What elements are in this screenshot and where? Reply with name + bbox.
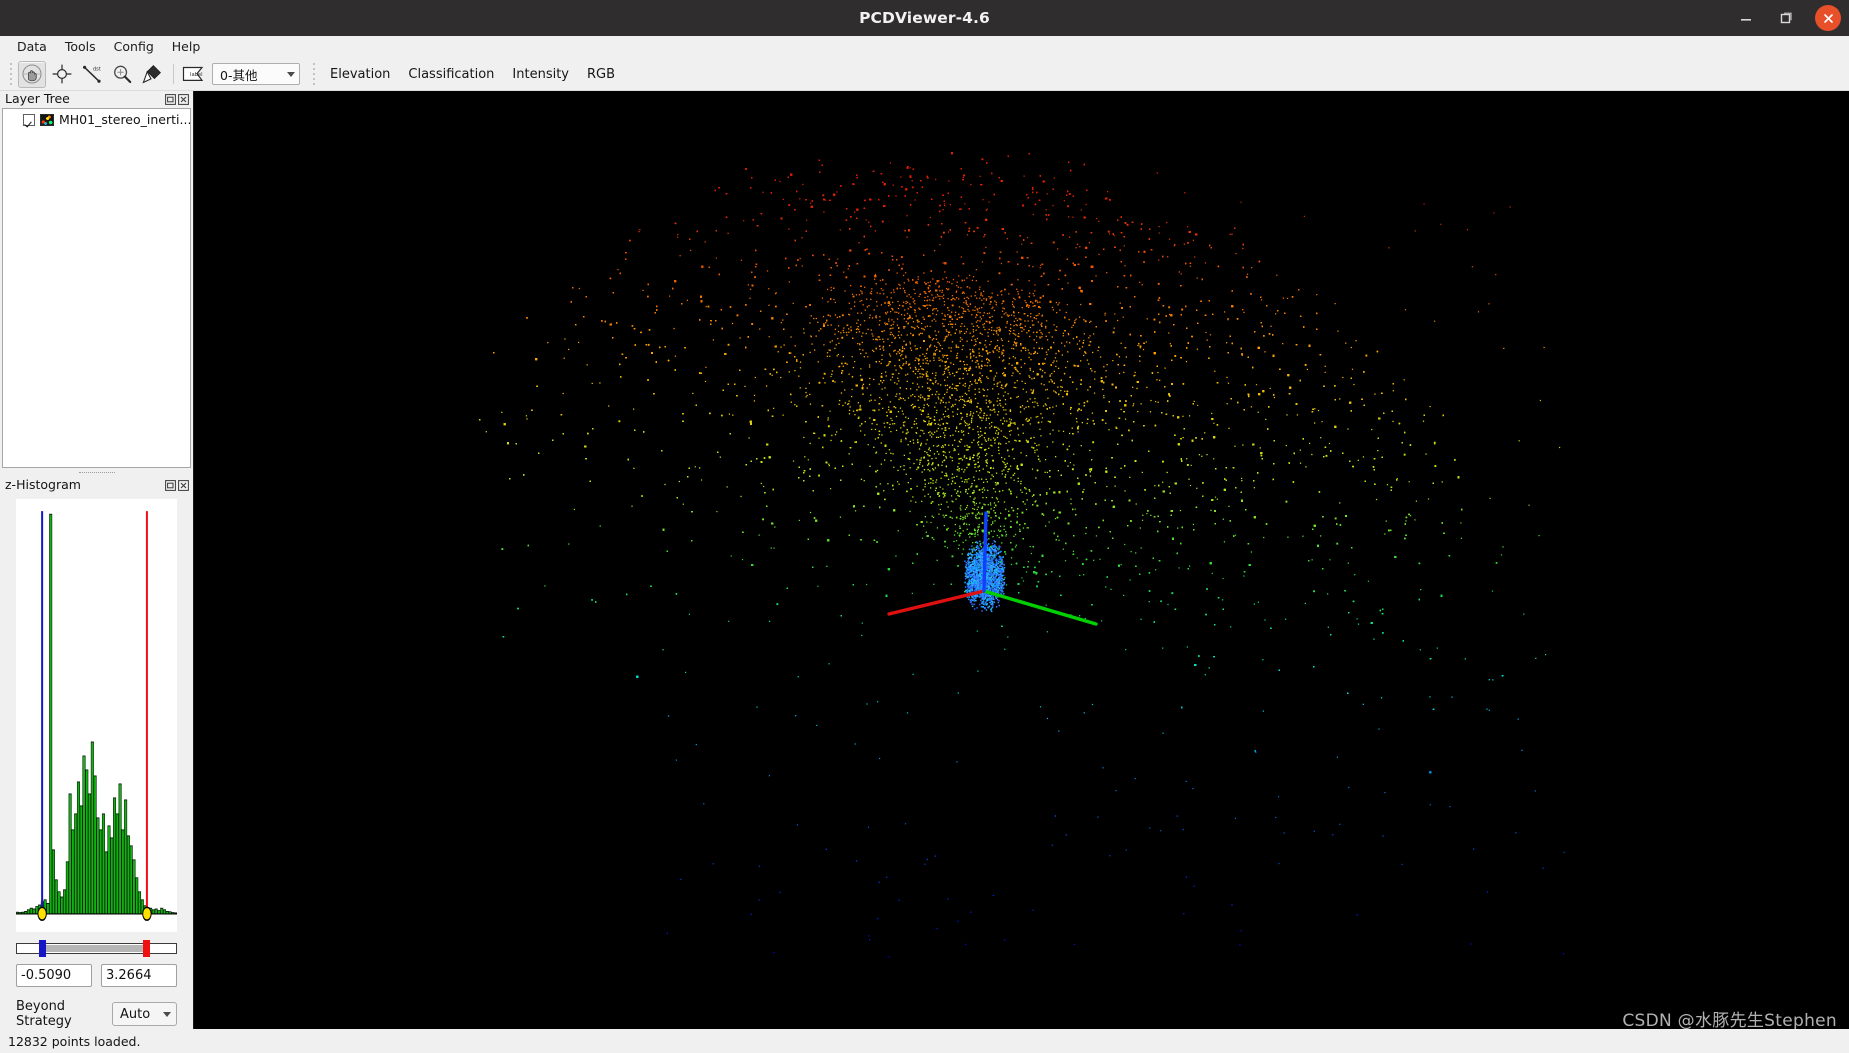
float-window-icon[interactable]: [165, 480, 176, 491]
list-item[interactable]: MH01_stereo_inerti...: [3, 109, 190, 129]
z-max-input[interactable]: [101, 964, 177, 987]
slider-selected-span: [42, 945, 147, 952]
chevron-down-icon: [287, 71, 295, 77]
title-bar: PCDViewer-4.6: [0, 0, 1849, 36]
z-histogram-title: z-Histogram: [5, 477, 81, 493]
status-bar: 12832 points loaded.: [0, 1029, 1849, 1053]
app-window: PCDViewer-4.6 Data Tools Config Help dst…: [0, 0, 1849, 1053]
z-histogram-header-buttons: [165, 480, 189, 491]
color-mode-rgb[interactable]: RGB: [578, 64, 624, 85]
main-toolbar: dst label 0-其他 Elevation Classification …: [0, 58, 1849, 91]
classification-select[interactable]: 0-其他: [212, 63, 300, 85]
label-tool-button[interactable]: label: [179, 61, 207, 88]
menu-bar: Data Tools Config Help: [0, 36, 1849, 58]
dock-splitter[interactable]: [0, 468, 193, 477]
chevron-down-icon: [163, 1011, 171, 1017]
point-cloud-render: [479, 152, 1565, 958]
point-cloud-thumb-icon: [40, 113, 54, 126]
maximize-icon[interactable]: [1775, 7, 1797, 29]
beyond-strategy-label: Beyond Strategy: [16, 999, 72, 1029]
close-icon[interactable]: [1815, 5, 1841, 31]
z-range-inputs: [16, 964, 177, 987]
window-controls: [1735, 0, 1841, 36]
float-window-icon[interactable]: [165, 94, 176, 105]
menu-item-config[interactable]: Config: [105, 37, 163, 57]
menu-item-tools[interactable]: Tools: [56, 37, 105, 57]
layer-visibility-checkbox[interactable]: [23, 113, 35, 126]
svg-text:label: label: [190, 72, 203, 78]
beyond-strategy-select[interactable]: Auto: [112, 1002, 177, 1026]
pan-hand-tool-button[interactable]: [18, 60, 46, 88]
point-cloud-3d-viewport[interactable]: CSDN @水豚先生Stephen: [193, 91, 1849, 1029]
area-select-tool-button[interactable]: [138, 61, 166, 88]
color-mode-intensity[interactable]: Intensity: [503, 64, 578, 85]
crosshair-target-icon: [51, 63, 73, 85]
toolbar-separator: [173, 64, 174, 84]
minimize-icon[interactable]: [1735, 7, 1757, 29]
z-histogram-panel: z-Histogram -0.5090 3.2664 Beyond Strate…: [0, 477, 193, 1029]
z-range-slider[interactable]: [16, 940, 177, 957]
menu-item-help[interactable]: Help: [163, 37, 210, 57]
status-message: 12832 points loaded.: [8, 1033, 141, 1049]
toolbar-grip[interactable]: [7, 62, 15, 86]
beyond-strategy-value: Auto: [120, 1006, 151, 1022]
hand-pan-icon: [21, 63, 43, 85]
color-mode-classification[interactable]: Classification: [399, 64, 503, 85]
svg-text:dst: dst: [93, 67, 101, 73]
close-panel-icon[interactable]: [178, 94, 189, 105]
layer-tree-title: Layer Tree: [5, 91, 70, 107]
window-title: PCDViewer-4.6: [859, 9, 990, 27]
menu-item-data[interactable]: Data: [8, 37, 56, 57]
layer-tree-header-buttons: [165, 94, 189, 105]
z-histogram-chart[interactable]: [16, 499, 177, 932]
slider-handle-high[interactable]: [143, 940, 151, 957]
z-histogram-header: z-Histogram: [0, 477, 193, 494]
toolbar-grip-2[interactable]: [310, 62, 318, 86]
magnifier-icon: [111, 63, 133, 85]
distance-measure-tool-button[interactable]: dst: [78, 61, 106, 88]
left-dock: Layer Tree MH01_stereo_inerti... z-Histo…: [0, 91, 193, 1029]
beyond-strategy-row: Beyond Strategy Auto: [16, 999, 177, 1029]
z-histogram-svg: [16, 511, 177, 921]
main-body: Layer Tree MH01_stereo_inerti... z-Histo…: [0, 91, 1849, 1029]
distance-ruler-icon: dst: [81, 63, 103, 85]
layer-name: MH01_stereo_inerti...: [59, 112, 191, 127]
layer-tree[interactable]: MH01_stereo_inerti...: [2, 108, 191, 468]
polygon-fill-icon: [141, 63, 163, 85]
slider-handle-low[interactable]: [38, 940, 46, 957]
classification-select-value: 0-其他: [220, 67, 258, 83]
z-min-input[interactable]: [16, 964, 92, 987]
close-panel-icon[interactable]: [178, 480, 189, 491]
pick-point-tool-button[interactable]: [48, 61, 76, 88]
zoom-tool-button[interactable]: [108, 61, 136, 88]
layer-tree-header: Layer Tree: [0, 91, 193, 108]
color-mode-elevation[interactable]: Elevation: [321, 64, 399, 85]
label-flag-icon: label: [181, 64, 205, 84]
